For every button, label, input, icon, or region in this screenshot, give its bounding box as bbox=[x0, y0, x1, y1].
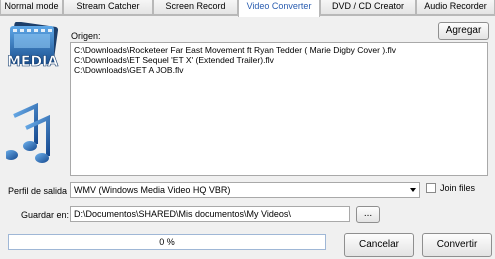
add-button[interactable]: Agregar bbox=[438, 22, 489, 40]
list-item[interactable]: C:\Downloads\Rocketeer Far East Movement… bbox=[74, 45, 484, 55]
source-file-list[interactable]: C:\Downloads\Rocketeer Far East Movement… bbox=[70, 42, 488, 176]
tab-video-converter[interactable]: Video Converter bbox=[238, 0, 320, 17]
browse-button[interactable]: ... bbox=[356, 206, 380, 223]
tab-screen-record[interactable]: Screen Record bbox=[153, 0, 238, 15]
tab-dvd-cd-creator[interactable]: DVD / CD Creator bbox=[320, 0, 416, 15]
list-item[interactable]: C:\Downloads\ET Sequel 'ET X' (Extended … bbox=[74, 55, 484, 65]
source-label: Origen: bbox=[71, 31, 101, 41]
tab-bar: Normal mode Stream Catcher Screen Record… bbox=[0, 0, 495, 17]
progress-text: 0 % bbox=[159, 237, 175, 247]
music-notes-icon bbox=[6, 102, 50, 163]
join-files-checkbox[interactable] bbox=[426, 183, 436, 193]
save-in-label: Guardar en: bbox=[21, 210, 70, 220]
tab-audio-recorder[interactable]: Audio Recorder bbox=[416, 0, 495, 15]
convert-button[interactable]: Convertir bbox=[422, 233, 492, 257]
cancel-button[interactable]: Cancelar bbox=[344, 233, 414, 257]
output-profile-select[interactable]: WMV (Windows Media Video HQ VBR) bbox=[70, 182, 420, 198]
save-in-field[interactable]: D:\Documentos\SHARED\Mis documentos\My V… bbox=[70, 206, 350, 222]
tab-normal-mode[interactable]: Normal mode bbox=[0, 0, 63, 15]
progress-bar: 0 % bbox=[8, 234, 326, 250]
output-profile-value: WMV (Windows Media Video HQ VBR) bbox=[74, 185, 231, 195]
media-film-icon: MEDIA bbox=[7, 22, 59, 70]
list-item[interactable]: C:\Downloads\GET A JOB.flv bbox=[74, 65, 484, 75]
media-icon-text: MEDIA bbox=[7, 54, 58, 70]
tab-stream-catcher[interactable]: Stream Catcher bbox=[63, 0, 153, 15]
join-files-label: Join files bbox=[440, 183, 476, 193]
chevron-down-icon[interactable] bbox=[410, 188, 416, 192]
output-profile-label: Perfil de salida bbox=[8, 186, 68, 196]
